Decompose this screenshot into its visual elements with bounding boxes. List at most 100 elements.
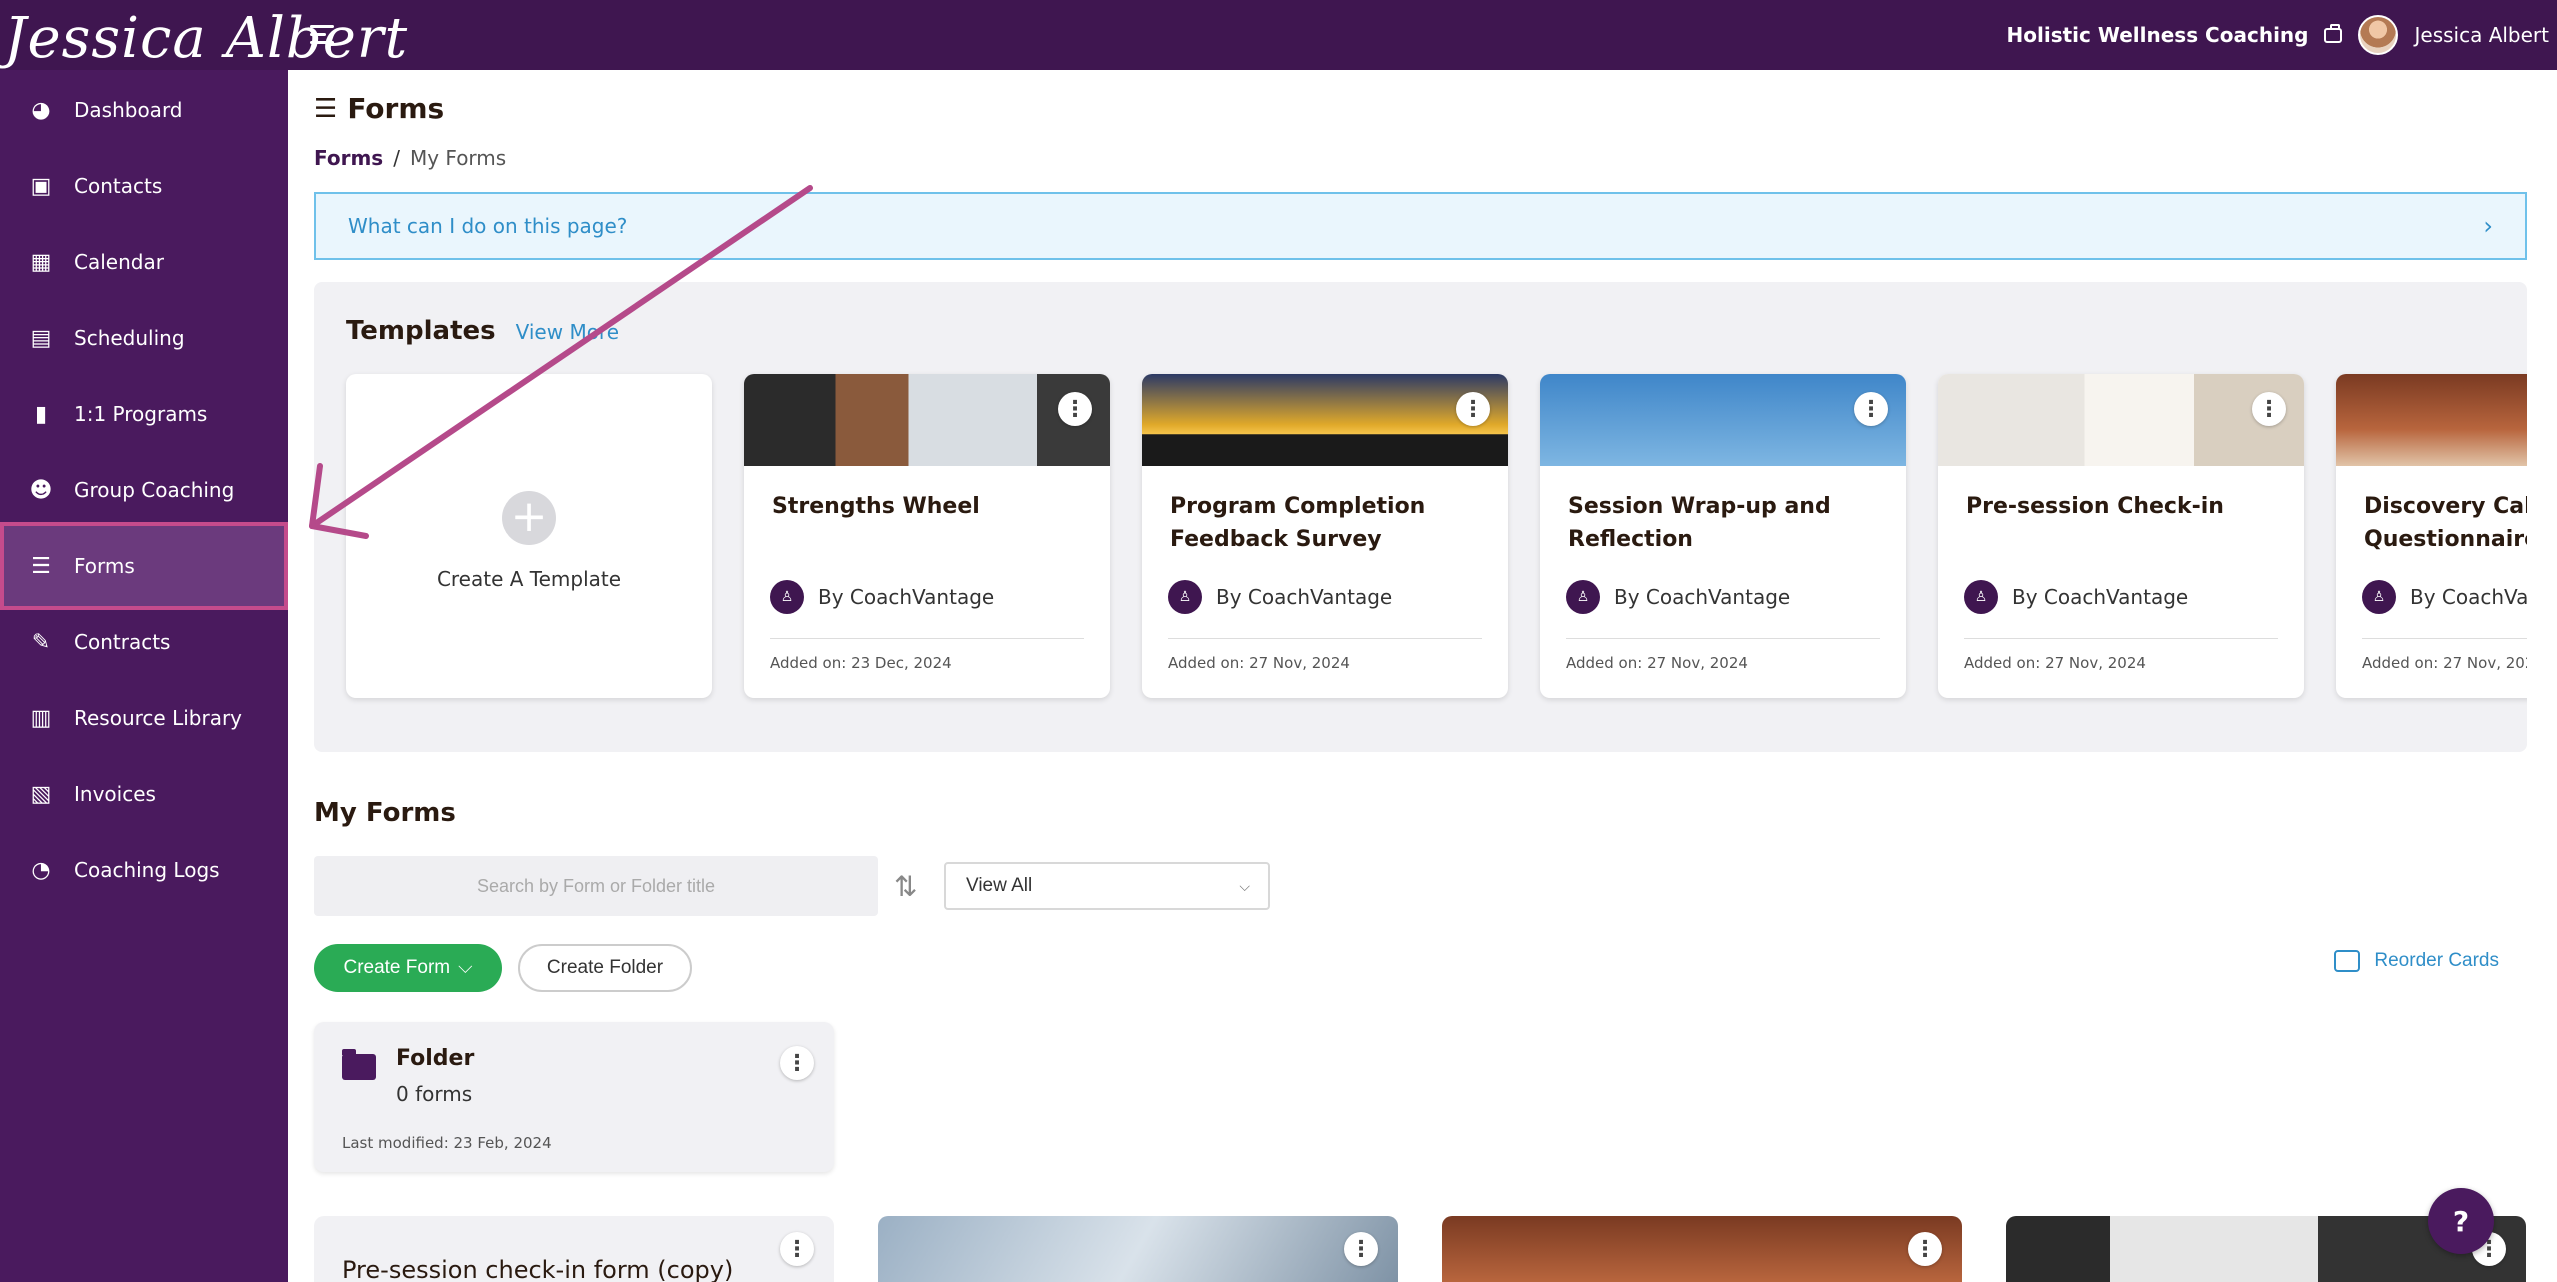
form-title: Pre-session check-in form (copy) — [342, 1256, 734, 1282]
template-card[interactable]: ⋮ Session Wrap-up and Reflection ♙ By Co… — [1540, 374, 1906, 698]
page-title-text: Forms — [347, 92, 445, 125]
coachvantage-logo-icon: ♙ — [770, 580, 804, 614]
sidebar-item-programs[interactable]: ▮ 1:1 Programs — [0, 376, 288, 452]
folder-count: 0 forms — [396, 1082, 473, 1106]
divider — [1964, 638, 2278, 639]
more-options-icon[interactable]: ⋮ — [1344, 1232, 1378, 1266]
sort-icon[interactable]: ⇅ — [894, 870, 917, 903]
top-bar: Jessica Albert Holistic Wellness Coachin… — [0, 0, 2557, 71]
template-title: Discovery Call Questionnaire — [2364, 494, 2527, 552]
create-folder-label: Create Folder — [546, 957, 664, 978]
sidebar-item-label: 1:1 Programs — [74, 402, 208, 426]
more-options-icon[interactable]: ⋮ — [780, 1232, 814, 1266]
filter-select-value: View All — [966, 875, 1033, 896]
form-card[interactable]: Pre-session check-in form (copy) ⋮ — [314, 1216, 834, 1282]
briefcase-icon[interactable] — [2324, 23, 2343, 43]
coachvantage-logo-icon: ♙ — [1566, 580, 1600, 614]
reorder-cards-label: Reorder Cards — [2374, 950, 2499, 971]
form-card[interactable]: ⋮ — [1442, 1216, 1962, 1282]
library-icon: ▥ — [30, 705, 52, 731]
breadcrumb-forms[interactable]: Forms — [314, 146, 383, 170]
create-form-label: Create Form — [343, 957, 451, 978]
template-author: ♙ By CoachVantage — [770, 580, 994, 614]
template-thumbnail — [2336, 374, 2527, 466]
forms-icon: ☰ — [31, 553, 51, 579]
coachvantage-logo-icon: ♙ — [1168, 580, 1202, 614]
template-date: Added on: 27 Nov, 2024 — [2362, 654, 2527, 672]
sidebar-item-label: Resource Library — [74, 706, 243, 730]
create-template-card[interactable]: + Create A Template — [346, 374, 712, 698]
sidebar-item-group-coaching[interactable]: ☻ Group Coaching — [0, 452, 288, 528]
view-more-link[interactable]: View More — [516, 320, 619, 344]
filter-select[interactable]: View All ⌵ — [944, 862, 1270, 910]
create-form-button[interactable]: Create Form ⌵ — [314, 944, 502, 992]
sidebar-item-label: Invoices — [74, 782, 156, 806]
sidebar: ◕ Dashboard ▣ Contacts ▦ Calendar ▤ Sche… — [0, 70, 288, 1282]
template-title: Session Wrap-up and Reflection — [1568, 494, 1831, 552]
page-help-bar[interactable]: What can I do on this page? › — [314, 192, 2527, 260]
plus-icon: + — [502, 491, 556, 545]
template-title: Strengths Wheel — [772, 494, 980, 519]
search-input[interactable] — [314, 856, 878, 916]
sidebar-item-resource-library[interactable]: ▥ Resource Library — [0, 680, 288, 756]
brand-logo[interactable]: Jessica Albert — [4, 6, 408, 71]
divider — [2362, 638, 2527, 639]
help-button[interactable]: ? — [2428, 1188, 2494, 1254]
more-options-icon[interactable]: ⋮ — [1854, 392, 1888, 426]
page-help-text: What can I do on this page? — [348, 214, 628, 238]
more-options-icon[interactable]: ⋮ — [1456, 392, 1490, 426]
create-folder-button[interactable]: Create Folder — [518, 944, 692, 992]
group-icon: ☻ — [29, 477, 53, 503]
more-options-icon[interactable]: ⋮ — [1058, 392, 1092, 426]
business-name[interactable]: Holistic Wellness Coaching — [2007, 23, 2309, 47]
more-options-icon[interactable]: ⋮ — [2252, 392, 2286, 426]
templates-header: Templates View More — [346, 316, 619, 346]
dashboard-icon: ◕ — [31, 97, 51, 123]
template-date: Added on: 23 Dec, 2024 — [770, 654, 952, 672]
template-thumbnail — [1142, 374, 1508, 466]
sidebar-item-contacts[interactable]: ▣ Contacts — [0, 148, 288, 224]
template-author-text: By CoachVantage — [2410, 585, 2527, 609]
folder-card[interactable]: Folder 0 forms Last modified: 23 Feb, 20… — [314, 1022, 834, 1172]
template-author-text: By CoachVantage — [2012, 585, 2189, 609]
template-card[interactable]: Discovery Call Questionnaire ♙ By CoachV… — [2336, 374, 2527, 698]
template-date: Added on: 27 Nov, 2024 — [1566, 654, 1748, 672]
template-card[interactable]: ⋮ Program Completion Feedback Survey ♙ B… — [1142, 374, 1508, 698]
sidebar-item-label: Forms — [74, 554, 135, 578]
forms-icon: ☰ — [314, 93, 338, 124]
template-card[interactable]: ⋮ Pre-session Check-in ♙ By CoachVantage… — [1938, 374, 2304, 698]
my-forms-title: My Forms — [314, 798, 456, 828]
invoice-icon: ▧ — [30, 781, 52, 807]
book-icon: ▮ — [34, 401, 48, 427]
template-title: Pre-session Check-in — [1966, 494, 2224, 519]
calendar-icon: ▦ — [30, 249, 52, 275]
sidebar-item-dashboard[interactable]: ◕ Dashboard — [0, 72, 288, 148]
sidebar-item-label: Calendar — [74, 250, 164, 274]
contacts-icon: ▣ — [30, 173, 52, 199]
coachvantage-logo-icon: ♙ — [2362, 580, 2396, 614]
template-author-text: By CoachVantage — [1614, 585, 1791, 609]
sidebar-item-calendar[interactable]: ▦ Calendar — [0, 224, 288, 300]
sidebar-item-scheduling[interactable]: ▤ Scheduling — [0, 300, 288, 376]
template-card[interactable]: ⋮ Strengths Wheel ♙ By CoachVantage Adde… — [744, 374, 1110, 698]
more-options-icon[interactable]: ⋮ — [1908, 1232, 1942, 1266]
reorder-cards-button[interactable]: Reorder Cards — [2334, 950, 2499, 972]
sidebar-item-forms[interactable]: ☰ Forms — [0, 522, 288, 610]
chevron-right-icon: › — [2483, 212, 2493, 240]
form-card[interactable]: ⋮ — [878, 1216, 1398, 1282]
template-thumbnail — [1938, 374, 2304, 466]
template-date: Added on: 27 Nov, 2024 — [1168, 654, 1350, 672]
menu-toggle-icon[interactable] — [310, 24, 334, 46]
sidebar-item-label: Coaching Logs — [74, 858, 220, 882]
template-title: Program Completion Feedback Survey — [1170, 494, 1426, 552]
folder-icon — [342, 1049, 376, 1080]
sidebar-item-invoices[interactable]: ▧ Invoices — [0, 756, 288, 832]
sidebar-item-contracts[interactable]: ✎ Contracts — [0, 604, 288, 680]
coachvantage-logo-icon: ♙ — [1964, 580, 1998, 614]
more-options-icon[interactable]: ⋮ — [780, 1046, 814, 1080]
templates-title: Templates — [346, 316, 496, 346]
sidebar-item-coaching-logs[interactable]: ◔ Coaching Logs — [0, 832, 288, 908]
user-name[interactable]: Jessica Albert — [2414, 23, 2549, 47]
sidebar-item-label: Dashboard — [74, 98, 183, 122]
avatar[interactable] — [2358, 15, 2399, 55]
